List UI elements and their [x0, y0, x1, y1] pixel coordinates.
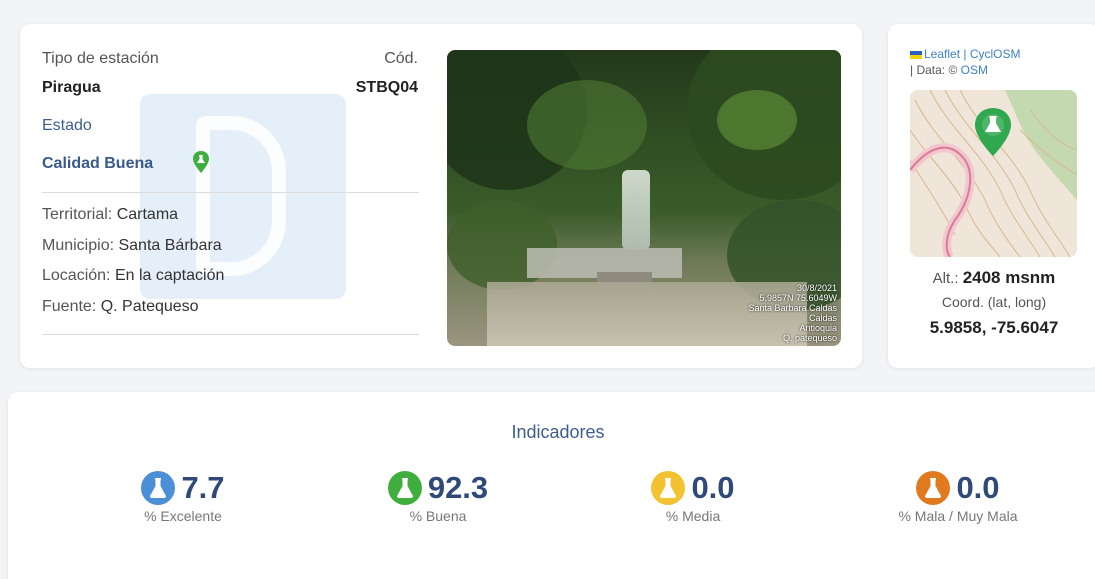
altitude-value: 2408 msnm	[962, 268, 1056, 287]
data-label: | Data: ©	[910, 63, 961, 77]
indicator-mala: 0.0 % Mala / Muy Mala	[848, 470, 1068, 524]
indicator-excelente: 7.7 % Excelente	[73, 470, 293, 524]
indicator-label: % Buena	[409, 508, 467, 524]
indicator-media: 0.0 % Media	[583, 470, 803, 524]
municipio-value: Santa Bárbara	[118, 237, 222, 254]
indicator-value: 7.7	[181, 470, 225, 505]
map-card: Leaflet | CyclOSM | Data: © OSM Alt.: 24…	[888, 24, 1095, 368]
map-attribution: Leaflet | CyclOSM | Data: © OSM	[910, 46, 1021, 78]
station-type-value: Piragua	[42, 79, 101, 96]
photo-stamp-line: 30/8/2021	[796, 283, 837, 293]
divider	[42, 334, 419, 335]
indicator-value: 92.3	[427, 470, 489, 505]
locacion-label: Locación:	[42, 267, 111, 284]
status-label: Estado	[42, 117, 92, 134]
attr-separator: |	[960, 47, 970, 61]
flask-icon	[141, 471, 176, 505]
photo-foliage	[717, 90, 797, 150]
photo-stamp-line: 5.9857N 75.6049W	[759, 293, 837, 303]
photo-stamp-line: Antioquia	[799, 323, 837, 333]
ukraine-flag-icon	[910, 50, 922, 59]
altitude-label: Alt.:	[932, 270, 959, 287]
flask-icon	[916, 471, 951, 505]
cyclosm-link[interactable]: CyclOSM	[970, 47, 1021, 61]
flask-icon	[651, 471, 686, 505]
fuente-row: Fuente: Q. Patequeso	[42, 298, 199, 316]
fuente-label: Fuente:	[42, 298, 97, 315]
territorial-row: Territorial: Cartama	[42, 206, 178, 224]
photo-stamp-line: Santa Barbara Caldas	[748, 303, 837, 313]
altitude: Alt.: 2408 msnm	[888, 268, 1095, 288]
station-code-label: Cód.	[384, 50, 418, 67]
indicator-label: % Media	[665, 508, 721, 524]
station-code-value: STBQ04	[355, 79, 418, 96]
status-pin-icon	[193, 151, 209, 173]
divider	[42, 192, 419, 193]
municipio-row: Municipio: Santa Bárbara	[42, 237, 222, 255]
indicators-title: Indicadores	[511, 422, 605, 442]
municipio-label: Municipio:	[42, 237, 115, 254]
photo-foliage	[527, 80, 647, 170]
locacion-value: En la captación	[114, 267, 225, 284]
station-photo[interactable]: 30/8/2021 5.9857N 75.6049W Santa Barbara…	[447, 50, 841, 346]
territorial-label: Territorial:	[42, 206, 113, 223]
station-type-label: Tipo de estación	[42, 50, 159, 67]
coordinates-value: 5.9858, -75.6047	[929, 318, 1059, 337]
indicator-value: 0.0	[956, 470, 1000, 505]
station-card: Tipo de estación Cód. Piragua STBQ04 Est…	[20, 24, 862, 368]
indicator-buena: 92.3 % Buena	[328, 470, 548, 524]
locacion-row: Locación: En la captación	[42, 267, 224, 285]
photo-waterfall	[622, 170, 650, 250]
territorial-value: Cartama	[116, 206, 179, 223]
indicator-value: 0.0	[691, 470, 735, 505]
indicator-label: % Mala / Muy Mala	[898, 508, 1018, 524]
photo-timestamp: 30/8/2021 5.9857N 75.6049W Santa Barbara…	[748, 283, 837, 343]
photo-stamp-line: Q. patequeso	[782, 333, 837, 343]
location-map[interactable]	[910, 90, 1077, 257]
photo-stamp-line: Caldas	[808, 313, 837, 323]
osm-link[interactable]: OSM	[961, 63, 988, 77]
map-marker-icon[interactable]	[973, 106, 1013, 158]
coordinates-label: Coord. (lat, long)	[941, 294, 1047, 310]
leaflet-link[interactable]: Leaflet	[924, 47, 960, 61]
flask-icon	[387, 471, 422, 505]
fuente-value: Q. Patequeso	[100, 298, 199, 315]
status-value: Calidad Buena	[42, 155, 154, 172]
indicator-label: % Excelente	[144, 508, 222, 524]
indicators-card: Indicadores 7.7 % Excelente 92.3 % Buena…	[8, 392, 1095, 579]
